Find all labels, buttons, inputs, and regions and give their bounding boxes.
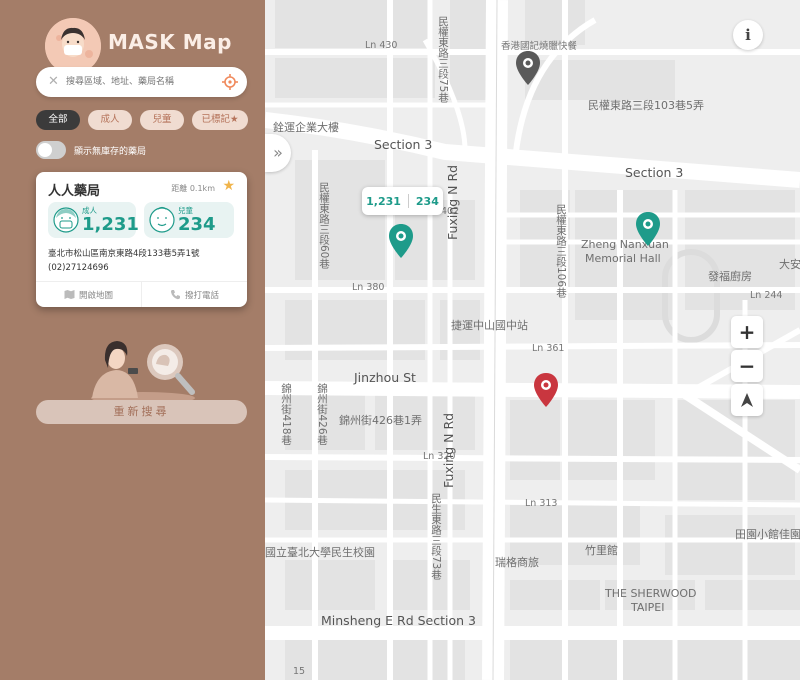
bubble-divider xyxy=(407,194,409,208)
call-label: 撥打電話 xyxy=(184,290,219,301)
searching-person-illustration xyxy=(91,341,195,402)
info-icon: i xyxy=(745,26,751,44)
open-map-button[interactable]: 開啟地圖 xyxy=(36,282,141,307)
map-label-tianyuan: 田園小館佳園 xyxy=(735,528,800,541)
call-button[interactable]: 撥打電話 xyxy=(141,282,247,307)
map-label-jinzhou426: 錦州街426巷1弄 xyxy=(339,414,422,427)
pharmacy-name: 人人藥局 xyxy=(48,184,101,199)
map-label-dayu: 大安 xyxy=(779,258,800,271)
zoom-out-button[interactable]: − xyxy=(731,350,763,382)
open-map-label: 開啟地圖 xyxy=(78,290,113,301)
pharmacy-address: 臺北市松山區南京東路4段133巷5弄1號 xyxy=(48,249,200,259)
map-label-fuxing-a: Fuxing N Rd xyxy=(445,164,460,240)
map-label-quanyun: 銓運企業大樓 xyxy=(273,121,339,134)
map-label-v-jinzhou426: 錦州街426巷 xyxy=(316,383,328,446)
adult-count: 1,231 xyxy=(82,214,139,235)
map-label-v-minquan75: 民權東路三段75巷 xyxy=(437,16,449,103)
map-label-fayuan: 發福廚房 xyxy=(708,270,752,283)
map-label-sherwood: THE SHERWOOD xyxy=(605,587,697,600)
info-button[interactable]: i xyxy=(733,20,763,50)
child-count: 234 xyxy=(178,214,216,235)
zoom-in-button[interactable]: + xyxy=(731,316,763,348)
map-label-fuxing-b: Fuxing N Rd xyxy=(441,412,456,488)
pharmacy-card[interactable]: 人人藥局 距離 0.1km ★ 成人 1,231 兒童 234 臺北市松山區南京… xyxy=(36,172,247,307)
compass-button[interactable] xyxy=(731,384,763,416)
app-title: MASK Map xyxy=(108,30,232,54)
child-stock: 兒童 234 xyxy=(144,202,234,238)
double-chevron-icon: » xyxy=(273,143,283,162)
card-actions: 開啟地圖 撥打電話 xyxy=(36,281,247,307)
map-label-zhulizhai: 竹里館 xyxy=(585,544,618,557)
map-label-minsheng: Minsheng E Rd Section 3 xyxy=(321,613,476,628)
map-label-ln244: Ln 244 xyxy=(750,290,783,301)
refresh-button[interactable]: 重新搜尋 xyxy=(36,400,247,424)
map-label-ln361: Ln 361 xyxy=(532,343,565,354)
map-label-memorial: Memorial Hall xyxy=(585,252,661,265)
navigation-arrow-icon xyxy=(741,393,753,407)
minus-icon: − xyxy=(738,354,756,378)
map-label-section3-b: Section 3 xyxy=(625,165,684,180)
map-label-ruige: 瑞格商旅 xyxy=(495,556,539,569)
map-label-zhongshan-station: 捷運中山國中站 xyxy=(451,319,528,332)
map-label-ntpu: 國立臺北大學民生校園 xyxy=(265,546,375,559)
map-label-jinzhou: Jinzhou St xyxy=(354,370,416,385)
star-icon[interactable]: ★ xyxy=(222,178,235,194)
gray-pin-icon[interactable] xyxy=(515,50,541,86)
close-icon[interactable]: ✕ xyxy=(48,74,59,89)
adult-stock: 成人 1,231 xyxy=(48,202,139,238)
map-label-v-minsheng73: 民生東路三段73巷 xyxy=(430,493,442,580)
stock-bubble[interactable]: 1,231 234 xyxy=(362,187,443,215)
map-label-ln430: Ln 430 xyxy=(365,40,398,51)
filter-adult[interactable]: 成人 xyxy=(88,110,132,130)
filter-starred[interactable]: 已標記★ xyxy=(192,110,248,130)
teal-pin-icon[interactable] xyxy=(635,211,661,247)
toggle-label: 顯示無庫存的藥局 xyxy=(74,146,147,157)
out-of-stock-toggle[interactable] xyxy=(36,141,66,159)
search-input[interactable] xyxy=(66,73,216,91)
plus-icon: + xyxy=(738,320,756,344)
avatar xyxy=(45,18,101,74)
map-label-v-minquan106: 民權東路三段106巷 xyxy=(555,204,567,298)
phone-icon xyxy=(170,290,180,300)
bubble-child-count: 234 xyxy=(415,194,439,208)
pharmacy-phone: (02)27124696 xyxy=(48,263,109,273)
map-icon xyxy=(64,290,75,299)
filter-child[interactable]: 兒童 xyxy=(140,110,184,130)
map-label-ln313: Ln 313 xyxy=(525,498,558,509)
map-label-minquan-ln103: 民權東路三段103巷5弄 xyxy=(588,99,704,112)
map-label-v-minquan60: 民權東路三段60巷 xyxy=(318,182,330,269)
toggle-knob xyxy=(38,143,52,157)
adult-face-icon xyxy=(53,207,79,233)
map-label-taipei: TAIPEI xyxy=(631,601,665,614)
map-label-v-jinzhou418: 錦州街418巷 xyxy=(280,383,292,446)
search-bar[interactable]: ✕ xyxy=(36,67,247,97)
bubble-adult-count: 1,231 xyxy=(366,194,401,208)
distance-text: 距離 0.1km xyxy=(171,184,215,193)
out-of-stock-toggle-row: 顯示無庫存的藥局 xyxy=(36,141,146,159)
child-face-icon xyxy=(149,206,175,233)
sidebar: MASK Map ✕ 全部 成人 兒童 已標記★ 顯示無庫存的藥局 人人藥局 距… xyxy=(0,0,265,680)
filter-all[interactable]: 全部 xyxy=(36,110,80,130)
map-view[interactable]: Ln 430 香港國記燒臘快餐 民權東路三段103巷5弄 銓運企業大樓 Sect… xyxy=(265,0,800,680)
map-base xyxy=(265,0,800,680)
filter-chips: 全部 成人 兒童 已標記★ xyxy=(36,110,248,130)
red-pin-icon[interactable] xyxy=(533,372,559,408)
map-label-ln380: Ln 380 xyxy=(352,282,385,293)
crosshair-icon[interactable] xyxy=(221,73,239,91)
selected-teal-pin-icon[interactable] xyxy=(388,223,414,259)
map-label-15: 15 xyxy=(293,666,306,677)
map-label-section3-a: Section 3 xyxy=(374,137,433,152)
masked-person-icon xyxy=(45,18,101,74)
